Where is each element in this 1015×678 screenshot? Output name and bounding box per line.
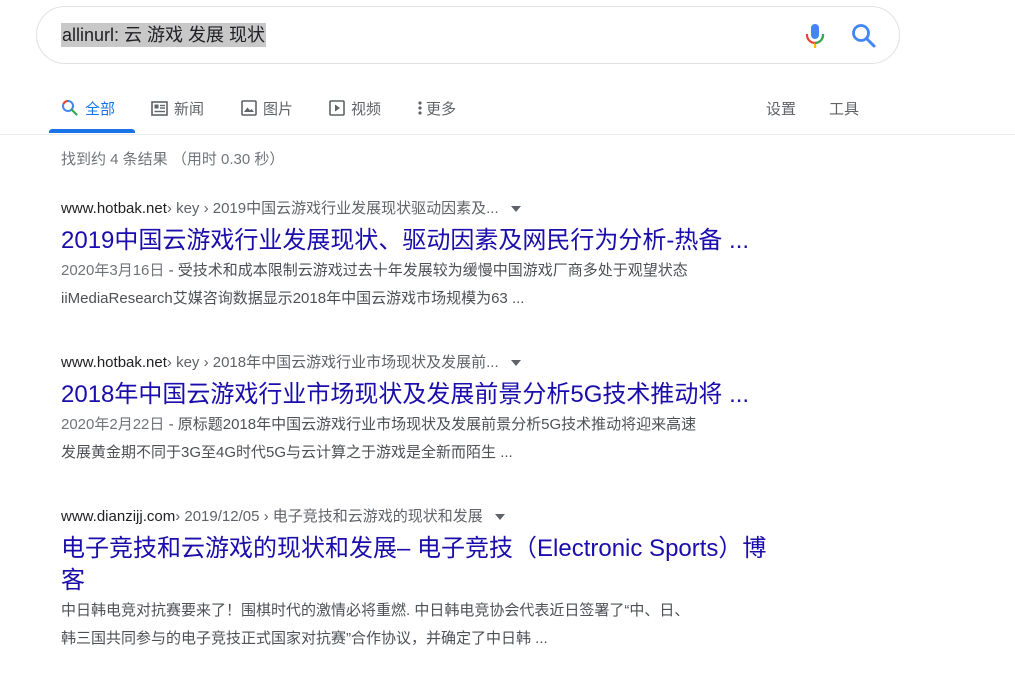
- chevron-down-icon[interactable]: [510, 360, 521, 366]
- tab-images-label: 图片: [263, 100, 294, 118]
- search-result: www.dianzijj.com › 2019/12/05 › 电子竞技和云游戏…: [61, 507, 821, 653]
- result-breadcrumb: › key › 2019中国云游戏行业发展现状驱动因素及...: [166, 200, 499, 217]
- more-vert-icon: [418, 101, 422, 115]
- snippet-text: - 受技术和成本限制云游戏过去十年发展较为缓慢中国游戏厂商多处于观望状态: [164, 262, 688, 279]
- result-breadcrumb: › 2019/12/05 › 电子竞技和云游戏的现状和发展: [175, 508, 483, 525]
- result-title-line: 客: [61, 567, 85, 594]
- result-site[interactable]: www.hotbak.net: [61, 353, 167, 373]
- tab-more-label: 更多: [426, 100, 457, 118]
- result-title-link[interactable]: 电子竞技和云游戏的现状和发展– 电子竞技（Electronic Sports）博…: [61, 533, 821, 597]
- result-snippet: 2020年3月16日 - 受技术和成本限制云游戏过去十年发展较为缓慢中国游戏厂商…: [61, 257, 821, 313]
- result-snippet: 2020年2月22日 - 原标题2018年中国云游戏行业市场现状及发展前景分析5…: [61, 411, 821, 467]
- result-title-link[interactable]: 2018年中国云游戏行业市场现状及发展前景分析5G技术推动将 ...: [61, 379, 821, 411]
- tab-tools[interactable]: 工具: [829, 84, 859, 132]
- result-site[interactable]: www.dianzijj.com: [61, 507, 175, 527]
- result-stats: 找到约 4 条结果 （用时 0.30 秒）: [61, 151, 285, 168]
- play-icon: [329, 100, 345, 116]
- snippet-text: 中日韩电竞对抗赛要来了！围棋时代的激情必将重燃. 中日韩电竞协会代表近日签署了“…: [61, 602, 690, 619]
- tab-tools-label: 工具: [829, 100, 860, 118]
- microphone-icon[interactable]: [803, 22, 827, 50]
- image-icon: [241, 100, 257, 116]
- tab-images[interactable]: 图片: [241, 84, 293, 132]
- tab-videos-label: 视频: [351, 100, 382, 118]
- search-tabs: 全部 新闻 图片 视频 更多 设置 工具: [0, 84, 1015, 135]
- result-date: 2020年3月16日: [61, 262, 165, 279]
- tab-settings[interactable]: 设置: [766, 84, 796, 132]
- result-title-line: 电子竞技和云游戏的现状和发展– 电子竞技（Electronic Sports）博: [61, 535, 767, 562]
- search-query-text[interactable]: allinurl: 云 游戏 发展 现状: [61, 23, 267, 47]
- tab-settings-label: 设置: [766, 100, 797, 118]
- tab-more[interactable]: 更多: [416, 84, 456, 132]
- tab-all[interactable]: 全部: [61, 84, 115, 132]
- search-result: www.hotbak.net › key › 2019中国云游戏行业发展现状驱动…: [61, 199, 821, 313]
- result-site[interactable]: www.hotbak.net: [61, 199, 167, 219]
- newspaper-icon: [151, 100, 168, 116]
- result-breadcrumb: › key › 2018年中国云游戏行业市场现状及发展前...: [166, 354, 499, 371]
- tab-news-label: 新闻: [174, 100, 205, 118]
- result-snippet: 中日韩电竞对抗赛要来了！围棋时代的激情必将重燃. 中日韩电竞协会代表近日签署了“…: [61, 597, 821, 653]
- search-icon[interactable]: [850, 22, 878, 50]
- result-date: 2020年2月22日: [61, 416, 165, 433]
- search-box[interactable]: allinurl: 云 游戏 发展 现状: [36, 6, 900, 64]
- result-title-link[interactable]: 2019中国云游戏行业发展现状、驱动因素及网民行为分析-热备 ...: [61, 225, 821, 257]
- search-result: www.hotbak.net › key › 2018年中国云游戏行业市场现状及…: [61, 353, 821, 467]
- tab-videos[interactable]: 视频: [329, 84, 381, 132]
- result-url: www.hotbak.net › key › 2018年中国云游戏行业市场现状及…: [61, 353, 821, 373]
- snippet-text: - 原标题2018年中国云游戏行业市场现状及发展前景分析5G技术推动将迎来高速: [164, 416, 697, 433]
- active-tab-indicator: [49, 129, 135, 133]
- snippet-text: 韩三国共同参与的电子竞技正式国家对抗赛”合作协议，并确定了中日韩 ...: [61, 630, 548, 647]
- chevron-down-icon[interactable]: [510, 206, 521, 212]
- result-url: www.hotbak.net › key › 2019中国云游戏行业发展现状驱动…: [61, 199, 821, 219]
- result-url: www.dianzijj.com › 2019/12/05 › 电子竞技和云游戏…: [61, 507, 821, 527]
- search-icon: [62, 100, 78, 116]
- tab-all-label: 全部: [85, 100, 116, 118]
- tab-news[interactable]: 新闻: [151, 84, 204, 132]
- snippet-text: 发展黄金期不同于3G至4G时代5G与云计算之于游戏是全新而陌生 ...: [61, 444, 513, 461]
- snippet-text: iiMediaResearch艾媒咨询数据显示2018年中国云游戏市场规模为63…: [61, 290, 525, 307]
- chevron-down-icon[interactable]: [494, 514, 505, 520]
